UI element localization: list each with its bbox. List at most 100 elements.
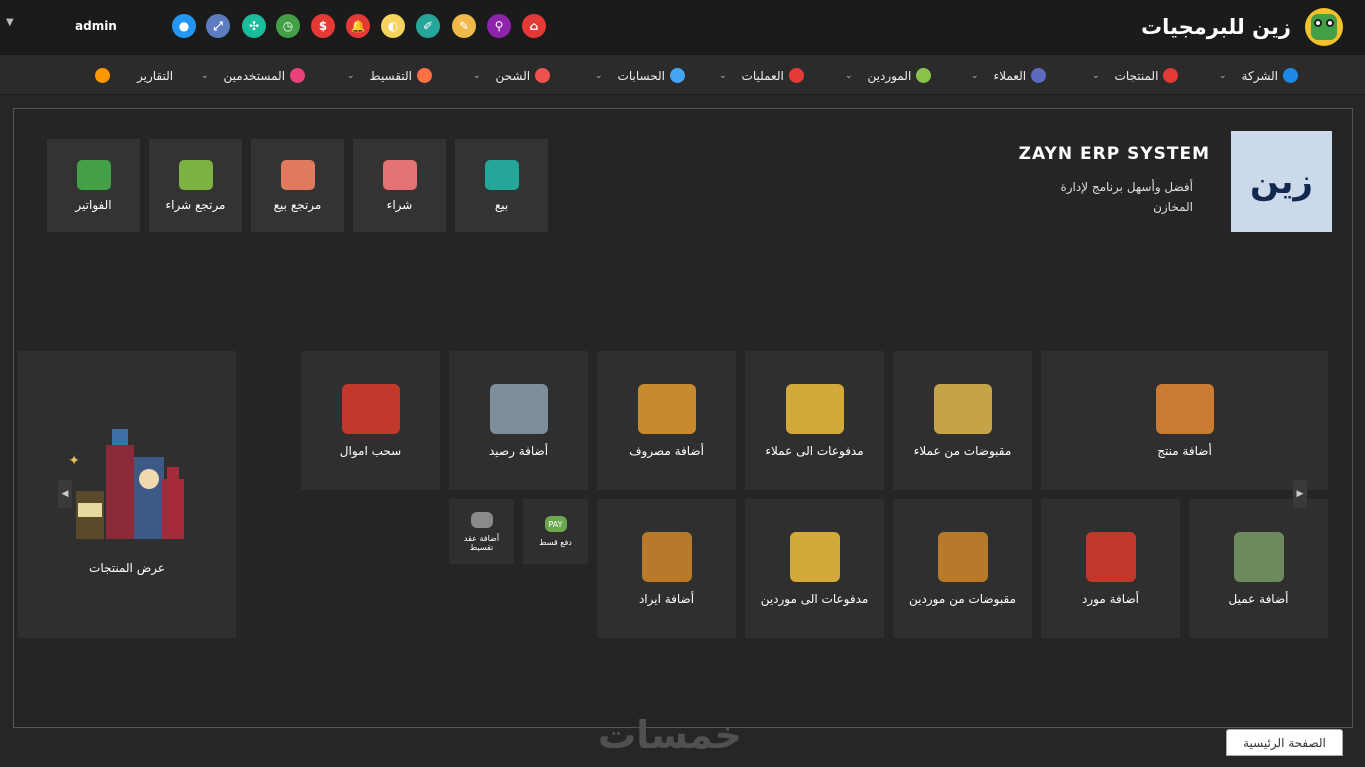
home-icon[interactable]: ⌂ (522, 14, 546, 38)
action-tile-label: أضافة مورد (1082, 591, 1139, 606)
user-menu-chevron-icon[interactable]: ▼ (6, 17, 14, 28)
quick-tile[interactable]: مرتجع بيع (251, 139, 344, 232)
accounts-icon (669, 68, 685, 83)
brand-logo-icon (1305, 8, 1343, 46)
menu-item-suppliers[interactable]: الموردين ⌄ (845, 68, 932, 83)
operations-icon (788, 68, 804, 83)
action-tile[interactable]: أضافة ايراد (597, 499, 736, 638)
action-tile[interactable]: سحب اموال (301, 351, 440, 490)
menu-item-label: الشركة (1241, 68, 1279, 83)
action-tile-label: أضافة عقد تقسيط (463, 533, 500, 552)
suppliers-icon (916, 68, 932, 83)
bell-icon[interactable]: 🔔 (346, 14, 370, 38)
products-icon (1163, 68, 1179, 83)
customers-icon (1031, 68, 1047, 83)
action-tile-label: سحب اموال (339, 443, 402, 458)
menu-item-installments[interactable]: التقسيط ⌄ (347, 68, 432, 83)
action-tile[interactable]: PAY دفع قسط (523, 499, 588, 564)
quick-tile[interactable]: بيع (455, 139, 548, 232)
sales-chart-icon (484, 159, 519, 190)
add-expense-icon (637, 383, 696, 434)
products-bottles-icon: ✦ (68, 428, 184, 539)
system-title: ZAYN ERP SYSTEM (1018, 144, 1210, 164)
chevron-down-icon: ⌄ (1092, 70, 1100, 81)
action-tile[interactable]: مقبوضات من عملاء (893, 351, 1032, 490)
action-tile[interactable]: مدفوعات الى عملاء (745, 351, 884, 490)
quick-tile-label: بيع (494, 197, 509, 212)
quick-tile[interactable]: مرتجع شراء (149, 139, 242, 232)
scroll-left-arrow-icon[interactable]: ◀ (58, 480, 72, 508)
dollar-icon[interactable]: $ (311, 14, 335, 38)
action-tile[interactable]: مدفوعات الى موردين (745, 499, 884, 638)
scroll-right-arrow-icon[interactable]: ▶ (1293, 480, 1307, 508)
action-tile-label: أضافة منتج (1157, 443, 1212, 458)
action-tile-label: مدفوعات الى عملاء (765, 443, 864, 458)
installments-icon (416, 68, 432, 83)
menu-item-accounts[interactable]: الحسابات ⌄ (595, 68, 685, 83)
expand-icon[interactable]: ⤢ (206, 14, 230, 38)
chevron-down-icon: ⌄ (719, 70, 727, 81)
chevron-down-icon: ⌄ (347, 70, 355, 81)
action-tile[interactable]: أضافة منتج (1041, 351, 1328, 490)
company-icon (1283, 68, 1299, 83)
edit-icon[interactable]: ✐ (416, 14, 440, 38)
menu-item-shipping[interactable]: الشحن ⌄ (473, 68, 551, 83)
theme-icon[interactable]: ◐ (381, 14, 405, 38)
action-tile[interactable]: أضافة عقد تقسيط (449, 499, 514, 564)
customer-receipts-icon (933, 383, 992, 434)
chevron-down-icon: ⌄ (595, 70, 603, 81)
watermark: خمسات (598, 713, 742, 757)
menu-item-label: العملاء (993, 68, 1027, 83)
quick-tile[interactable]: شراء (353, 139, 446, 232)
menu-item-label: المنتجات (1114, 68, 1159, 83)
action-tile[interactable]: أضافة عميل (1189, 499, 1328, 638)
reports-icon (95, 68, 110, 83)
add-balance-icon (489, 383, 548, 434)
shipping-icon (535, 68, 551, 83)
svg-text:✦: ✦ (68, 453, 80, 469)
menu-item-users[interactable]: المستخدمين ⌄ (201, 68, 306, 83)
notes-icon[interactable]: ✎ (452, 14, 476, 38)
action-tile-label: مقبوضات من موردين (909, 591, 1016, 606)
action-tile-label: أضافة رصيد (488, 443, 549, 458)
action-tile[interactable]: أضافة مصروف (597, 351, 736, 490)
top-bar: زين للبرمجيات admin ▼ ⌂ ⚲ ✎ ✐ ◐ 🔔 $ ◷ ✣ ⤢ ● (0, 0, 1365, 55)
system-logo-text: زين (1250, 161, 1313, 202)
action-tile[interactable]: أضافة رصيد (449, 351, 588, 490)
home-tab[interactable]: الصفحة الرئيسية (1226, 729, 1343, 756)
menu-item-label: التقارير (137, 68, 174, 83)
menu-item-customers[interactable]: العملاء ⌄ (971, 68, 1047, 83)
action-tile-label: أضافة عميل (1228, 591, 1289, 606)
user-name[interactable]: admin (75, 19, 117, 33)
clock-icon[interactable]: ◷ (276, 14, 300, 38)
menu-item-label: العمليات (741, 68, 784, 83)
chevron-down-icon: ⌄ (473, 70, 481, 81)
menu-item-products[interactable]: المنتجات ⌄ (1092, 68, 1179, 83)
menu-item-operations[interactable]: العمليات ⌄ (719, 68, 804, 83)
products-panel-label: عرض المنتجات (89, 560, 165, 575)
action-tile-label: مقبوضات من عملاء (913, 443, 1012, 458)
withdraw-cash-icon (341, 383, 400, 434)
menu-item-label: المستخدمين (223, 68, 286, 83)
compress-icon[interactable]: ✣ (242, 14, 266, 38)
sales-return-icon (280, 159, 315, 190)
menu-item-reports[interactable]: التقارير (95, 68, 173, 83)
invoices-icon (76, 159, 111, 190)
user-icon[interactable]: ● (172, 14, 196, 38)
menu-item-label: الموردين (867, 68, 912, 83)
system-description: أفضل وأسهل برنامج لإدارة المخازن (1060, 180, 1193, 214)
quick-tile[interactable]: الفواتير (47, 139, 140, 232)
action-tile[interactable]: مقبوضات من موردين (893, 499, 1032, 638)
chevron-down-icon: ⌄ (971, 70, 979, 81)
brand[interactable]: زين للبرمجيات (1141, 8, 1343, 46)
main-menu: الشركة ⌄ المنتجات ⌄ العملاء ⌄ الموردين ⌄ العمليا… (0, 55, 1365, 95)
action-tile[interactable]: أضافة مورد (1041, 499, 1180, 638)
menu-item-label: الحسابات (617, 68, 665, 83)
quick-tile-label: مرتجع بيع (273, 197, 322, 212)
action-tile-label: مدفوعات الى موردين (760, 591, 869, 606)
add-product-icon (1155, 383, 1214, 434)
menu-item-company[interactable]: الشركة ⌄ (1219, 68, 1299, 83)
search-icon[interactable]: ⚲ (487, 14, 511, 38)
action-tile-label: أضافة مصروف (629, 443, 704, 458)
products-panel[interactable]: ✦ عرض المنتجات (18, 351, 236, 638)
